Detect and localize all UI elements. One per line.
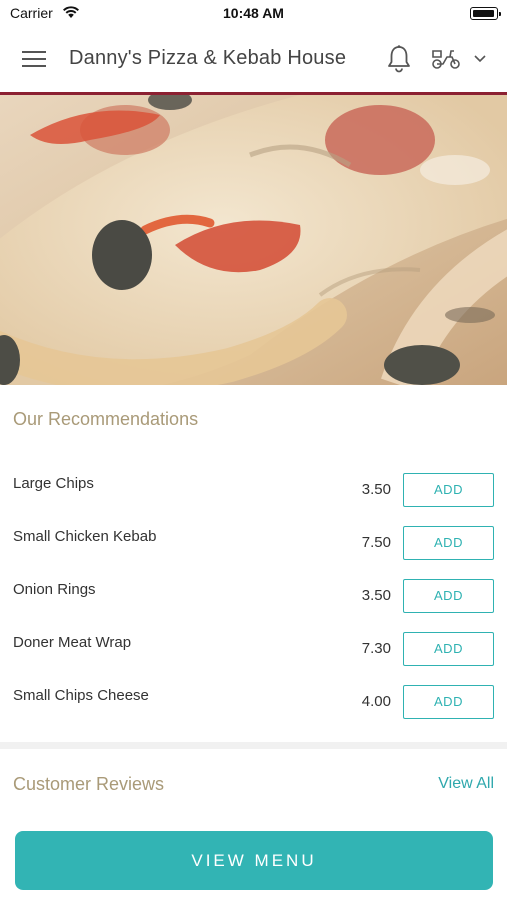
bell-icon[interactable]	[385, 44, 413, 74]
scooter-icon[interactable]	[430, 47, 462, 71]
view-all-link[interactable]: View All	[438, 775, 494, 793]
hero-pizza-image	[0, 95, 507, 385]
app-header: Danny's Pizza & Kebab House	[0, 26, 507, 92]
item-price: 7.30	[361, 640, 391, 657]
add-button[interactable]: ADD	[403, 526, 494, 560]
item-name: Small Chicken Kebab	[13, 528, 157, 545]
hamburger-menu-icon[interactable]	[22, 49, 48, 69]
item-price: 3.50	[361, 481, 391, 498]
add-button[interactable]: ADD	[403, 579, 494, 613]
battery-icon	[470, 7, 501, 20]
list-item: Onion Rings 3.50 ADD	[0, 567, 507, 620]
add-button[interactable]: ADD	[403, 473, 494, 507]
item-name: Large Chips	[13, 475, 94, 492]
chevron-down-icon[interactable]	[474, 55, 486, 63]
reviews-title: Customer Reviews	[13, 774, 165, 794]
item-name: Doner Meat Wrap	[13, 634, 132, 651]
clock: 10:48 AM	[223, 5, 284, 21]
add-button[interactable]: ADD	[403, 632, 494, 666]
item-name: Onion Rings	[13, 581, 96, 598]
item-price: 3.50	[361, 587, 391, 604]
view-menu-button[interactable]: VIEW MENU	[15, 831, 493, 890]
recommendations-title: Our Recommendations	[13, 409, 199, 429]
item-price: 7.50	[361, 534, 391, 551]
list-item: Small Chips Cheese 4.00 ADD	[0, 673, 507, 726]
list-item: Doner Meat Wrap 7.30 ADD	[0, 620, 507, 673]
list-item: Large Chips 3.50 ADD	[0, 461, 507, 514]
status-bar: Carrier 10:48 AM	[0, 0, 507, 26]
add-button[interactable]: ADD	[403, 685, 494, 719]
restaurant-title: Danny's Pizza & Kebab House	[69, 47, 347, 69]
item-name: Small Chips Cheese	[13, 687, 149, 704]
recommendations-list: Large Chips 3.50 ADD Small Chicken Kebab…	[0, 461, 507, 726]
item-price: 4.00	[361, 693, 391, 710]
section-divider	[0, 742, 507, 749]
list-item: Small Chicken Kebab 7.50 ADD	[0, 514, 507, 567]
